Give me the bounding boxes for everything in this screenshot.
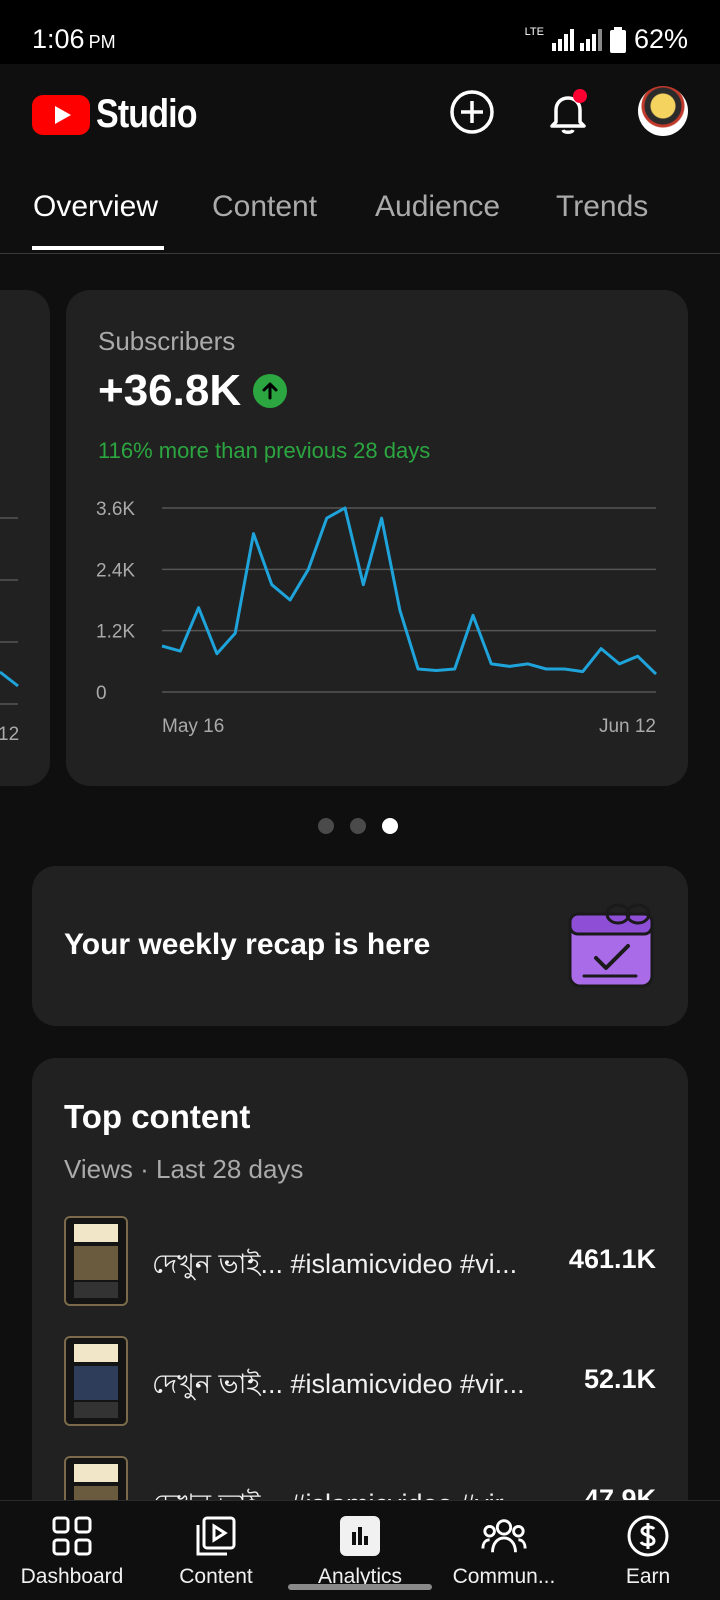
- weekly-recap-card[interactable]: Your weekly recap is here: [32, 866, 688, 1026]
- battery-percent: 62%: [633, 24, 688, 54]
- battery-icon: [609, 26, 626, 53]
- subscribers-line-chart: 3.6K 2.4K 1.2K 0 May 16 Jun 12: [96, 499, 658, 737]
- carousel-dot[interactable]: [318, 818, 334, 834]
- subscribers-value: +36.8K: [98, 366, 242, 415]
- y-tick-label: 1.2K: [96, 622, 135, 643]
- video-views: 461.1K: [568, 1244, 656, 1274]
- active-tab-indicator: [32, 246, 164, 250]
- status-time-ampm: PM: [88, 32, 116, 52]
- carousel-indicator: [318, 818, 398, 834]
- x-tick-label-end: Jun 12: [599, 716, 656, 737]
- app-name: Studio: [96, 92, 198, 136]
- tab-audience[interactable]: Audience: [375, 190, 500, 224]
- dashboard-icon: [49, 1513, 95, 1559]
- people-icon: [481, 1513, 527, 1559]
- y-tick-label: 0: [96, 683, 107, 704]
- subscribers-value-row: +36.8K: [98, 366, 288, 416]
- video-title: দেখুন ভাই... #islamicvideo #vi...: [152, 1249, 518, 1279]
- top-content-subtitle: Views · Last 28 days: [64, 1154, 304, 1184]
- tab-bar: Overview Content Audience Trends: [0, 164, 720, 254]
- status-icons: LTE 62%: [525, 24, 688, 55]
- y-tick-label: 3.6K: [96, 499, 135, 520]
- x-tick-label-start: May 16: [162, 716, 224, 737]
- top-content-title: Top content: [64, 1098, 251, 1135]
- tab-content[interactable]: Content: [212, 190, 317, 224]
- youtube-studio-screen: 1:06 PM LTE 62% Studio Overview Content …: [0, 0, 720, 1600]
- bell-icon: [550, 89, 587, 134]
- tab-trends[interactable]: Trends: [556, 190, 648, 224]
- add-circle-icon: [450, 90, 494, 134]
- nav-label: Content: [179, 1565, 253, 1588]
- create-button[interactable]: [446, 86, 498, 138]
- recap-text: Your weekly recap is here: [64, 928, 431, 961]
- previous-card-chart: [0, 517, 19, 705]
- nav-content[interactable]: Content: [144, 1501, 288, 1600]
- nav-label: Dashboard: [20, 1565, 124, 1588]
- dollar-circle-icon: [625, 1513, 671, 1559]
- video-thumbnail: [64, 1336, 128, 1426]
- lte-label: LTE: [524, 25, 544, 38]
- video-views: 52.1K: [583, 1364, 656, 1394]
- subscribers-title: Subscribers: [98, 326, 236, 356]
- calendar-check-icon: [568, 903, 654, 988]
- list-item[interactable]: দেখুন ভাই... #islamicvideo #vir... 52.1K: [64, 1336, 656, 1426]
- nav-label: Commun...: [452, 1565, 556, 1588]
- nav-community[interactable]: Commun...: [432, 1501, 576, 1600]
- notifications-button[interactable]: [542, 86, 594, 138]
- youtube-studio-logo[interactable]: Studio: [32, 92, 214, 137]
- previous-card-tick: 12: [0, 724, 20, 745]
- carousel-dot[interactable]: [350, 818, 366, 834]
- avatar[interactable]: [638, 86, 688, 136]
- list-item[interactable]: দেখুন ভাই... #islamicvideo #vi... 461.1K: [64, 1216, 656, 1306]
- arrow-up-icon: [253, 374, 288, 408]
- tab-overview[interactable]: Overview: [33, 190, 158, 224]
- subscribers-comparison: 116% more than previous 28 days: [98, 438, 431, 463]
- app-header: Studio: [0, 64, 720, 164]
- video-library-icon: [193, 1513, 239, 1559]
- carousel-dot-active[interactable]: [382, 818, 398, 834]
- video-thumbnail: [64, 1216, 128, 1306]
- bar-chart-icon: [340, 1516, 380, 1556]
- status-time: 1:06 PM: [32, 24, 116, 55]
- y-tick-label: 2.4K: [96, 560, 135, 581]
- nav-label: Earn: [625, 1565, 671, 1588]
- previous-metric-card[interactable]: 12: [0, 290, 50, 786]
- subscribers-series-line: [161, 506, 658, 676]
- nav-dashboard[interactable]: Dashboard: [0, 1501, 144, 1600]
- status-time-value: 1:06: [32, 24, 85, 54]
- subscribers-card[interactable]: Subscribers +36.8K 116% more than previo…: [66, 290, 688, 786]
- home-indicator[interactable]: [288, 1584, 432, 1590]
- nav-earn[interactable]: Earn: [576, 1501, 720, 1600]
- signal-icon: [551, 28, 602, 51]
- video-title: দেখুন ভাই... #islamicvideo #vir...: [152, 1369, 525, 1399]
- status-bar: 1:06 PM LTE 62%: [0, 0, 720, 64]
- youtube-logo-icon: [32, 94, 90, 135]
